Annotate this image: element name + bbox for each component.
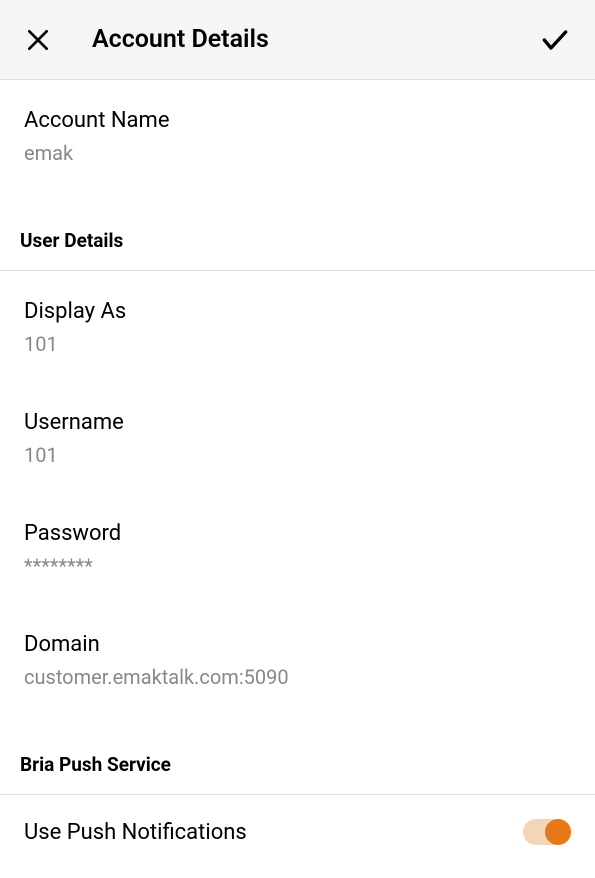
bria-push-section-header: Bria Push Service	[0, 735, 595, 795]
display-as-label: Display As	[24, 299, 571, 324]
display-as-field[interactable]: Display As 101	[0, 271, 595, 382]
domain-field[interactable]: Domain customer.emaktalk.com:5090	[0, 604, 595, 715]
username-field[interactable]: Username 101	[0, 382, 595, 493]
page-title: Account Details	[92, 25, 269, 54]
close-icon[interactable]	[24, 26, 52, 54]
password-field[interactable]: Password ********	[0, 493, 595, 604]
toggle-knob	[545, 819, 571, 845]
push-notifications-row: Use Push Notifications	[0, 795, 595, 869]
account-name-value: emak	[24, 141, 571, 165]
domain-label: Domain	[24, 632, 571, 657]
check-icon[interactable]	[539, 24, 571, 56]
spacer	[0, 191, 595, 211]
username-value: 101	[24, 443, 571, 467]
account-name-field[interactable]: Account Name emak	[0, 80, 595, 191]
content: Account Name emak User Details Display A…	[0, 80, 595, 869]
header: Account Details	[0, 0, 595, 80]
domain-value: customer.emaktalk.com:5090	[24, 665, 571, 689]
display-as-value: 101	[24, 332, 571, 356]
push-notifications-toggle[interactable]	[523, 819, 571, 845]
spacer	[0, 715, 595, 735]
push-notifications-label: Use Push Notifications	[24, 820, 247, 845]
user-details-section-header: User Details	[0, 211, 595, 271]
account-name-label: Account Name	[24, 108, 571, 133]
password-label: Password	[24, 521, 571, 546]
username-label: Username	[24, 410, 571, 435]
header-left: Account Details	[24, 25, 269, 54]
password-value: ********	[24, 554, 571, 578]
